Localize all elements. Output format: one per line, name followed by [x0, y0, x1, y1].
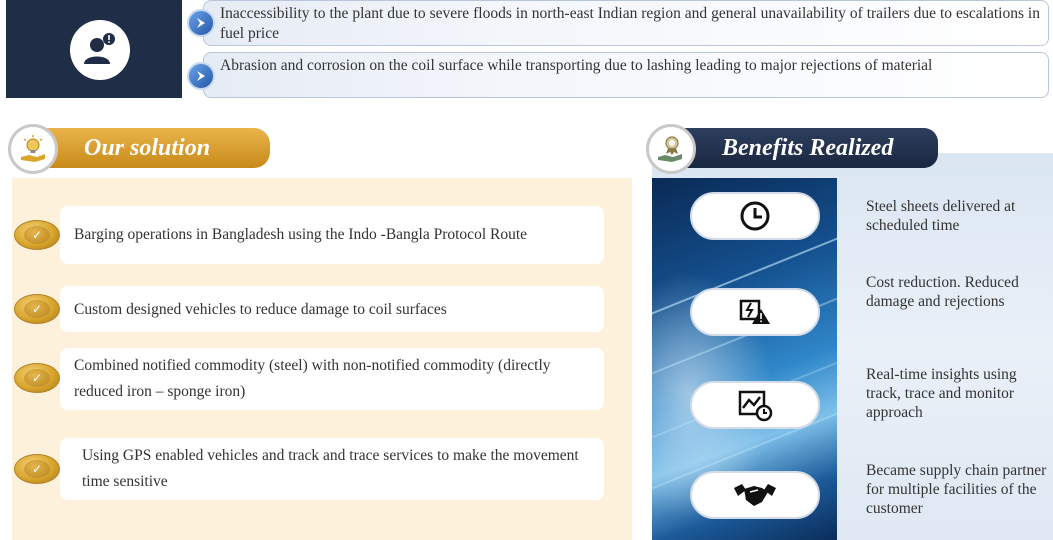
benefits-title: Benefits Realized	[676, 128, 938, 168]
challenge-item: Inaccessibility to the plant due to seve…	[203, 0, 1049, 46]
benefit-text: Cost reduction. Reduced damage and rejec…	[866, 274, 1019, 310]
challenge-icon-panel	[6, 0, 182, 98]
background-image	[652, 178, 837, 540]
chevron-right-icon	[187, 9, 215, 37]
benefit-icon-pill	[690, 471, 820, 519]
benefit-text: Became supply chain partner for multiple…	[866, 462, 1047, 517]
lightbulb-hand-icon	[8, 124, 58, 174]
challenge-text: Abrasion and corrosion on the coil surfa…	[220, 57, 933, 74]
check-icon: ✓	[14, 363, 60, 393]
benefit-icon-pill	[690, 381, 820, 429]
challenge-item: Abrasion and corrosion on the coil surfa…	[203, 52, 1049, 98]
benefit-icon-pill	[690, 288, 820, 336]
medal-hand-icon	[646, 124, 696, 174]
challenge-text: Inaccessibility to the plant due to seve…	[220, 5, 1040, 42]
check-icon: ✓	[14, 454, 60, 484]
solution-item-text: Barging operations in Bangladesh using t…	[74, 226, 528, 243]
solution-item-text: Using GPS enabled vehicles and track and…	[82, 447, 579, 490]
analytics-clock-icon	[738, 390, 773, 422]
solution-item-text: Combined notified commodity (steel) with…	[74, 357, 551, 400]
solution-title: Our solution	[38, 128, 270, 168]
person-alert-icon	[70, 20, 130, 80]
benefits-panel: Steel sheets delivered at scheduled time…	[652, 153, 1053, 540]
damage-alert-icon	[739, 299, 770, 324]
check-icon: ✓	[14, 294, 60, 324]
solution-item: Combined notified commodity (steel) with…	[60, 348, 604, 410]
clock-icon	[740, 201, 770, 231]
solution-item: Custom designed vehicles to reduce damag…	[60, 286, 604, 332]
solution-panel: Barging operations in Bangladesh using t…	[12, 178, 632, 540]
check-icon: ✓	[14, 220, 60, 250]
benefit-icon-pill	[690, 192, 820, 240]
benefit-text: Steel sheets delivered at scheduled time	[866, 198, 1016, 234]
chevron-right-icon	[187, 62, 215, 90]
benefit-text: Real-time insights using track, trace an…	[866, 366, 1017, 421]
benefits-header: Benefits Realized	[646, 124, 946, 174]
solution-item: Barging operations in Bangladesh using t…	[60, 206, 604, 264]
solution-item-text: Custom designed vehicles to reduce damag…	[74, 300, 447, 318]
handshake-icon	[734, 484, 776, 506]
solution-header: Our solution	[8, 124, 288, 174]
solution-item: Using GPS enabled vehicles and track and…	[60, 438, 604, 500]
